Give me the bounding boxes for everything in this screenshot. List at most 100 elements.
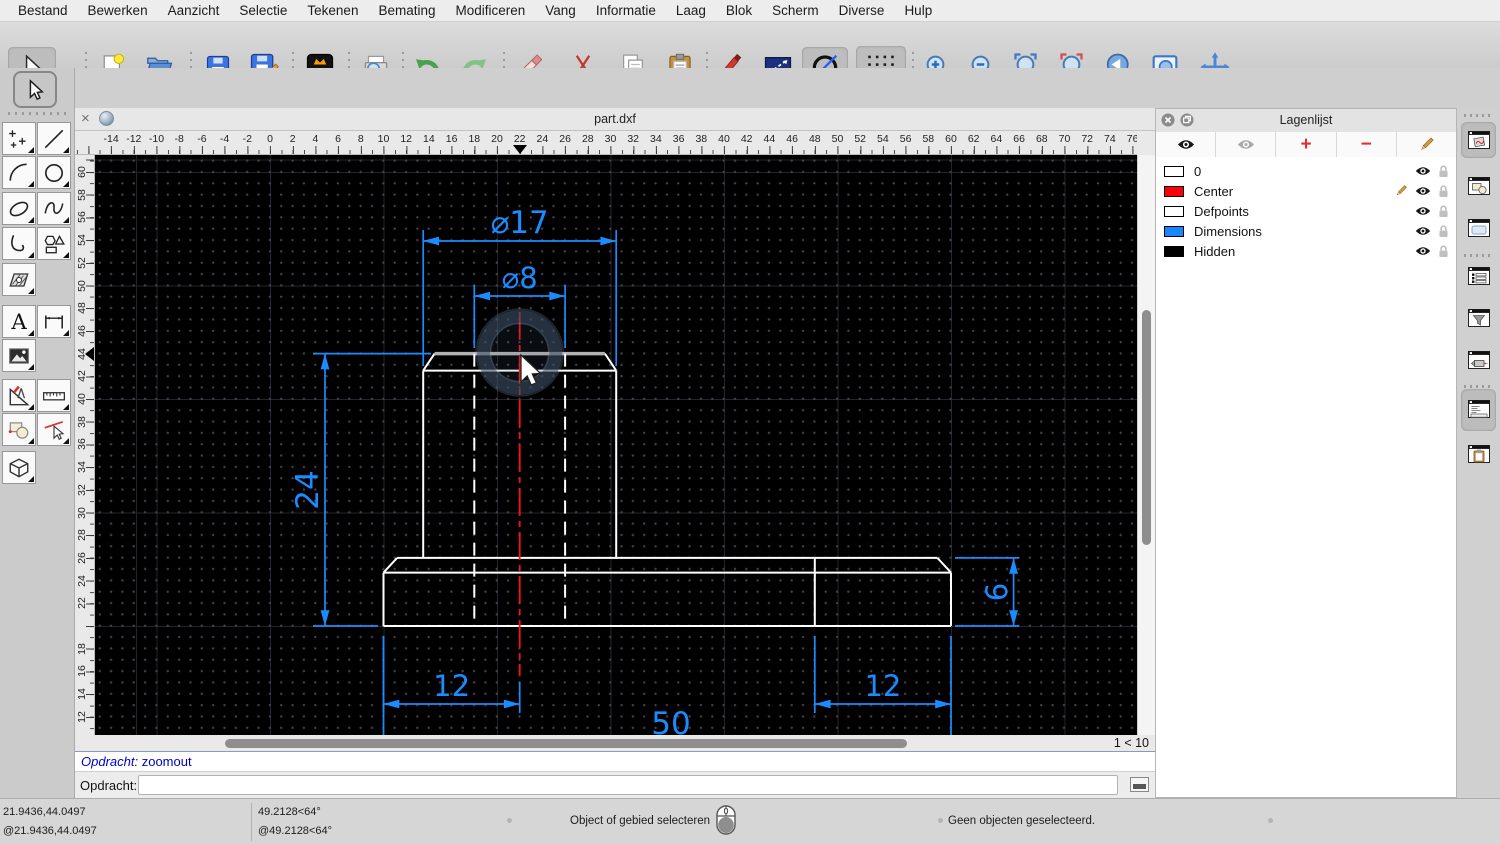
menu-laag[interactable]: Laag	[666, 0, 716, 22]
layer-visibility-icon[interactable]	[1415, 205, 1431, 217]
layer-color-swatch[interactable]	[1164, 205, 1184, 217]
select-entity-button[interactable]	[37, 413, 71, 446]
hide-all-layers-button[interactable]	[1216, 132, 1277, 157]
circles-tool-button[interactable]	[37, 156, 71, 189]
h-ruler-label: 34	[650, 133, 662, 145]
layer-color-swatch[interactable]	[1164, 185, 1184, 197]
layer-visibility-icon[interactable]	[1415, 185, 1431, 197]
layer-name[interactable]: Hidden	[1194, 244, 1415, 259]
layer-list-dock-button[interactable]	[1461, 122, 1496, 158]
layer-visibility-icon[interactable]	[1415, 165, 1431, 177]
layer-row-dimensions[interactable]: Dimensions	[1156, 221, 1456, 241]
ellipses-tool-button[interactable]	[2, 192, 36, 225]
hatch-tool-button[interactable]	[2, 263, 36, 296]
h-ruler-label: 18	[468, 133, 481, 145]
command-keyboard-button[interactable]	[1130, 777, 1149, 792]
show-all-layers-button[interactable]	[1156, 132, 1217, 157]
menu-bemating[interactable]: Bemating	[368, 0, 445, 22]
modify-tool-button[interactable]	[2, 413, 36, 446]
h-ruler-label: 54	[877, 133, 889, 145]
layer-name[interactable]: 0	[1194, 164, 1415, 179]
splines-tool-button[interactable]	[37, 192, 71, 225]
h-ruler-label: 64	[990, 133, 1003, 145]
measure-tool-button[interactable]	[37, 379, 71, 412]
add-layer-button[interactable]: +	[1276, 132, 1337, 157]
panel-close-icon[interactable]	[1161, 113, 1175, 127]
layer-color-swatch[interactable]	[1164, 245, 1184, 257]
layer-visibility-icon[interactable]	[1415, 225, 1431, 237]
layer-row-0[interactable]: 0	[1156, 161, 1456, 181]
layer-panel-toolbar: + −	[1156, 132, 1456, 158]
drawing-canvas[interactable]: ⌀17 ⌀8 24 12 12 50 6	[95, 155, 1137, 735]
menu-informatie[interactable]: Informatie	[586, 0, 666, 22]
h-ruler-label: 16	[445, 133, 458, 145]
tab-close-icon[interactable]: ×	[81, 110, 90, 128]
panel-float-icon[interactable]	[1180, 113, 1194, 127]
layer-name[interactable]: Center	[1194, 184, 1394, 199]
part-outline[interactable]	[382, 351, 952, 627]
mouse-icon	[716, 805, 736, 835]
pen-palette-dock-button[interactable]	[1461, 342, 1496, 378]
dimension-24[interactable]: 24	[290, 352, 431, 627]
command-line-dock-button[interactable]	[1461, 389, 1496, 431]
layer-visibility-icon[interactable]	[1415, 245, 1431, 257]
menu-hulp[interactable]: Hulp	[894, 0, 942, 22]
menu-bewerken[interactable]: Bewerken	[78, 0, 158, 22]
menu-selectie[interactable]: Selectie	[229, 0, 297, 22]
layer-lock-icon[interactable]	[1438, 204, 1449, 219]
filter-dock-button[interactable]	[1461, 300, 1496, 336]
layer-lock-icon[interactable]	[1438, 244, 1449, 259]
polygons-tool-button[interactable]	[37, 227, 71, 260]
menu-tekenen[interactable]: Tekenen	[297, 0, 368, 22]
block-list-dock-button[interactable]	[1461, 168, 1496, 204]
v-ruler-label: 14	[75, 688, 88, 700]
text-tool-button[interactable]: A	[2, 305, 36, 338]
layer-name[interactable]: Defpoints	[1194, 204, 1415, 219]
command-input[interactable]	[138, 775, 1118, 795]
vertical-scrollbar-thumb[interactable]	[1142, 310, 1151, 545]
layer-name[interactable]: Dimensions	[1194, 224, 1415, 239]
clipboard-dock-button[interactable]	[1461, 436, 1496, 472]
menu-modificeren[interactable]: Modificeren	[446, 0, 536, 22]
left-mouse-button-hint: Object of gebied selecteren	[570, 815, 711, 827]
arcs-tool-button[interactable]	[2, 156, 36, 189]
layer-lock-icon[interactable]	[1438, 164, 1449, 179]
3d-views-button[interactable]	[2, 451, 36, 484]
points-tool-button[interactable]	[2, 122, 36, 155]
tab-title[interactable]: part.dxf	[75, 108, 1155, 130]
layer-row-hidden[interactable]: Hidden	[1156, 241, 1456, 261]
horizontal-scrollbar-thumb[interactable]	[225, 739, 907, 748]
dimension-6[interactable]: 6	[955, 557, 1019, 627]
layer-lock-icon[interactable]	[1438, 224, 1449, 239]
menu-diverse[interactable]: Diverse	[829, 0, 895, 22]
layer-lock-icon[interactable]	[1438, 184, 1449, 199]
dim-text-50: 50	[651, 706, 690, 735]
layer-panel-title[interactable]: Lagenlijst	[1156, 109, 1456, 131]
library-browser-dock-button[interactable]	[1461, 210, 1496, 246]
polylines-tool-button[interactable]	[2, 227, 36, 260]
layer-row-defpoints[interactable]: Defpoints	[1156, 201, 1456, 221]
entity-list-dock-button[interactable]	[1461, 258, 1496, 294]
layer-color-swatch[interactable]	[1164, 165, 1184, 177]
menu-bestand[interactable]: Bestand	[8, 0, 78, 22]
vertical-scrollbar[interactable]	[1137, 155, 1155, 735]
layer-row-center[interactable]: Center	[1156, 181, 1456, 201]
ruler-icon	[42, 391, 66, 400]
menu-scherm[interactable]: Scherm	[762, 0, 829, 22]
remove-layer-button[interactable]: −	[1337, 132, 1397, 157]
drafting-tools-button[interactable]	[2, 379, 36, 412]
menu-vang[interactable]: Vang	[535, 0, 586, 22]
h-ruler-label: 42	[740, 133, 753, 145]
edit-layer-button[interactable]	[1397, 132, 1456, 157]
menu-blok[interactable]: Blok	[716, 0, 762, 22]
dim-text-24: 24	[290, 470, 326, 509]
dimension-12-left[interactable]: 12	[382, 636, 521, 713]
image-tool-button[interactable]	[2, 339, 36, 372]
dimensions-tool-button[interactable]	[37, 305, 71, 338]
lines-tool-button[interactable]	[37, 122, 71, 155]
selection-pointer-button[interactable]	[13, 71, 57, 108]
layer-color-swatch[interactable]	[1164, 225, 1184, 237]
dimension-12-right[interactable]: 12	[813, 636, 951, 713]
menu-aanzicht[interactable]: Aanzicht	[158, 0, 230, 22]
horizontal-scrollbar[interactable]: 1 < 10	[75, 735, 1155, 751]
